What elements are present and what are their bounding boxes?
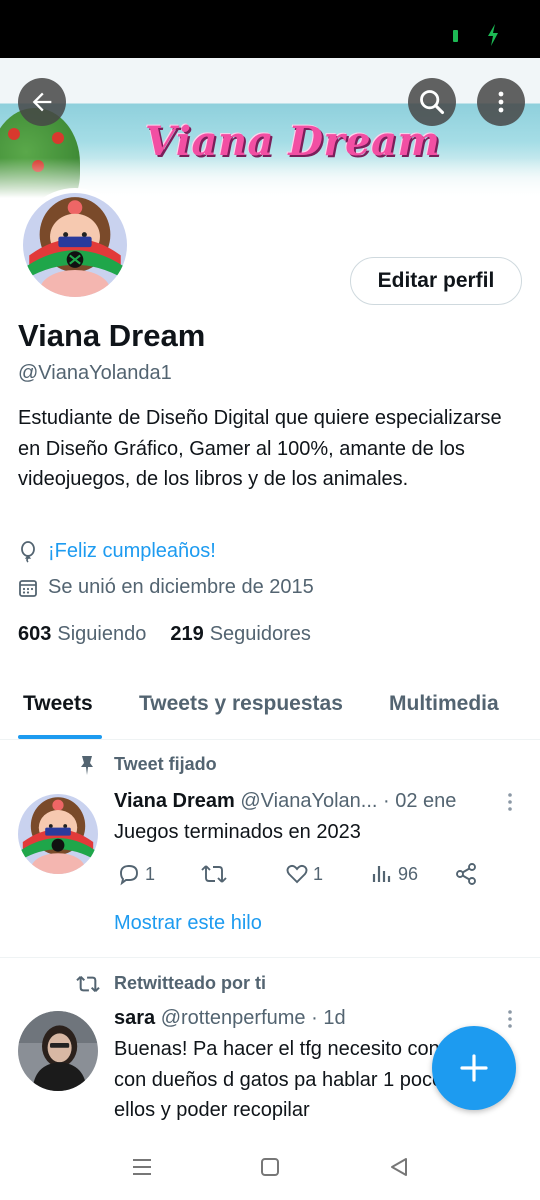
tab-tweets[interactable]: Tweets [23, 692, 93, 716]
tweet-more-icon[interactable] [505, 792, 515, 812]
signal-indicator-icon [453, 30, 458, 42]
profile-avatar[interactable] [18, 188, 132, 302]
tweet-header: Viana Dream @VianaYolan... · 02 ene [114, 790, 494, 813]
like-count: 1 [313, 863, 324, 884]
retweeted-label: Retwitteado por ti [114, 973, 266, 993]
profile-handle: @VianaYolanda1 [18, 362, 172, 384]
tweet-text: Juegos terminados en 2023 [114, 821, 361, 843]
profile-name: Viana Dream [18, 318, 206, 353]
tweet-date[interactable]: · 02 ene [383, 790, 456, 812]
profile-bio: Estudiante de Diseño Digital que quiere … [18, 407, 502, 490]
reply-icon [120, 865, 138, 886]
tweet-author-handle[interactable]: @VianaYolan... [240, 790, 377, 812]
system-navigation-bar [0, 1133, 540, 1200]
tweet-author-avatar[interactable] [18, 1011, 98, 1091]
recent-apps-icon[interactable] [131, 1157, 153, 1177]
active-tab-indicator [18, 735, 102, 739]
compose-tweet-button[interactable] [432, 1026, 516, 1110]
follow-stats: 603 Siguiendo 219 Seguidores [18, 623, 335, 646]
search-button[interactable] [408, 78, 456, 126]
views-icon [372, 866, 391, 882]
home-icon[interactable] [260, 1157, 280, 1177]
joined-row: Se unió en diciembre de 2015 [18, 576, 314, 599]
charging-icon [488, 24, 498, 46]
tweet-actions: 1 1 96 [114, 862, 494, 892]
plus-icon [460, 1054, 488, 1082]
balloon-icon [21, 540, 35, 563]
tab-media[interactable]: Multimedia [389, 692, 499, 716]
share-icon [456, 863, 476, 885]
heart-icon [286, 864, 308, 884]
tweet-more-icon[interactable] [505, 1009, 515, 1029]
avatar [18, 1011, 98, 1091]
tweet-divider [0, 957, 540, 958]
view-count: 96 [398, 863, 419, 884]
retweet-icon [76, 975, 100, 993]
tweet-author-name[interactable]: Viana Dream [114, 790, 235, 812]
avatar [18, 794, 98, 874]
pinned-label: Tweet fijado [114, 754, 217, 774]
birthday-link[interactable]: ¡Feliz cumpleaños! [48, 540, 216, 563]
tweet-author-name[interactable]: sara [114, 1007, 155, 1029]
like-button[interactable]: 1 [285, 862, 323, 886]
followers-count: 219 [170, 623, 204, 645]
following-link[interactable]: 603 Siguiendo [18, 623, 146, 646]
more-options-button[interactable] [477, 78, 525, 126]
arrow-left-icon [32, 92, 52, 112]
back-button[interactable] [18, 78, 66, 126]
following-count: 603 [18, 623, 52, 645]
profile-banner: Viana Dream [0, 58, 540, 198]
retweet-button[interactable] [201, 862, 227, 886]
status-bar [0, 0, 540, 58]
share-button[interactable] [454, 862, 478, 886]
tweet-header: sara @rottenperfume · 1d [114, 1007, 494, 1030]
search-icon [420, 90, 445, 115]
pin-icon [81, 756, 93, 775]
tweet-date[interactable]: · 1d [311, 1007, 345, 1029]
views-button[interactable]: 96 [370, 862, 418, 886]
birthday-row: ¡Feliz cumpleaños! [18, 540, 216, 563]
following-label: Siguiendo [57, 623, 147, 645]
more-vertical-icon [498, 91, 504, 113]
avatar [23, 193, 127, 297]
tweet-author-avatar[interactable] [18, 794, 98, 874]
back-nav-icon[interactable] [389, 1156, 409, 1178]
tab-tweets-and-replies[interactable]: Tweets y respuestas [139, 692, 343, 716]
retweet-icon [201, 865, 227, 883]
followers-label: Seguidores [209, 623, 311, 645]
apple-illustration [52, 132, 64, 144]
show-thread-link[interactable]: Mostrar este hilo [114, 912, 262, 935]
joined-date: Se unió en diciembre de 2015 [48, 576, 314, 598]
followers-link[interactable]: 219 Seguidores [170, 623, 311, 646]
apple-illustration [8, 128, 20, 140]
profile-tabs: Tweets Tweets y respuestas Multimedia [0, 672, 540, 740]
edit-profile-button[interactable]: Editar perfil [350, 257, 522, 305]
reply-count: 1 [145, 863, 156, 884]
calendar-icon [19, 579, 37, 597]
tweet-author-handle[interactable]: @rottenperfume [161, 1007, 306, 1029]
reply-button[interactable]: 1 [117, 862, 155, 886]
